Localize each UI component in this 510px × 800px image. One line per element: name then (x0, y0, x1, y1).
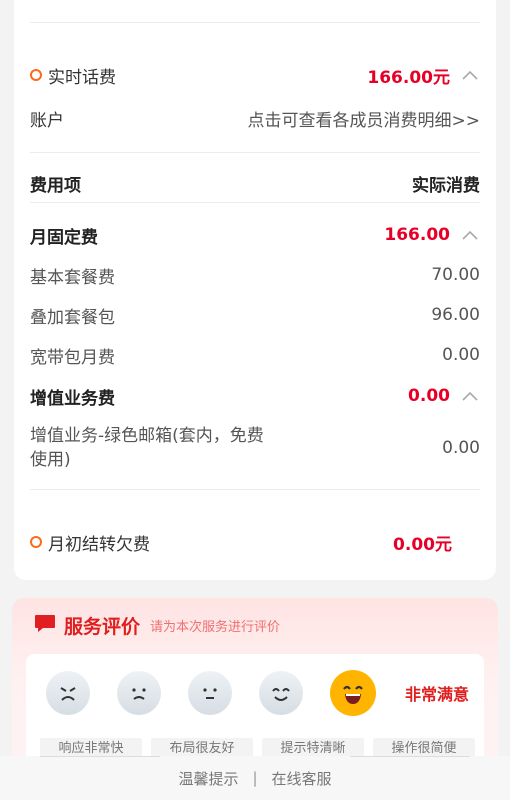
orange-dot-icon (30, 69, 42, 81)
arrears-amount: 0.00元 (393, 534, 452, 555)
rating-header: 服务评价 请为本次服务进行评价 (34, 612, 280, 639)
group-total: 166.00 (384, 225, 450, 245)
bottom-bar: 温馨提示 | 在线客服 (0, 756, 510, 800)
arrears-row: 月初结转欠费 0.00元 (30, 529, 480, 555)
fee-item-name-cont: 使用) (30, 450, 71, 470)
orange-dot-icon (30, 536, 42, 548)
smile-face-icon[interactable] (259, 671, 303, 715)
rating-faces: 非常满意 (46, 670, 469, 716)
chevron-up-icon[interactable] (460, 389, 480, 403)
account-row: 账户 点击可查看各成员消费明细>> (30, 105, 480, 131)
fee-item-name: 宽带包月费 (30, 347, 115, 368)
value-added-fee-row[interactable]: 增值业务费 0.00 (30, 383, 480, 409)
fee-item-value: 0.00 (442, 438, 480, 458)
fee-item-header: 费用项 (30, 175, 81, 196)
rating-subtitle: 请为本次服务进行评价 (150, 620, 281, 635)
divider (30, 152, 480, 153)
fee-item-row: 叠加套餐包 96.00 (30, 302, 480, 328)
fee-item-name: 叠加套餐包 (30, 307, 115, 328)
group-total: 0.00 (408, 386, 450, 406)
group-name: 增值业务费 (30, 388, 115, 409)
realtime-fee-row[interactable]: 实时话费 166.00元 (30, 62, 480, 88)
divider (30, 202, 480, 203)
fee-item-row: 增值业务-绿色邮箱(套内，免费 使用) 0.00 (30, 424, 480, 472)
chat-bubble-icon (34, 614, 56, 638)
arrears-label: 月初结转欠费 (48, 534, 150, 555)
chevron-up-icon[interactable] (460, 228, 480, 242)
footer-separator: | (252, 769, 258, 787)
tips-link[interactable]: 温馨提示 (178, 768, 238, 789)
neutral-face-icon[interactable] (188, 671, 232, 715)
account-label: 账户 (30, 110, 64, 131)
fee-item-name: 基本套餐费 (30, 267, 115, 288)
fee-item-value: 70.00 (431, 265, 480, 285)
group-name: 月固定费 (30, 227, 98, 248)
angry-face-icon[interactable] (46, 671, 90, 715)
fee-item-value: 0.00 (442, 345, 480, 365)
fee-item-row: 宽带包月费 0.00 (30, 342, 480, 368)
divider (30, 489, 480, 490)
selected-rating-label: 非常满意 (405, 685, 470, 704)
member-detail-link[interactable]: 点击可查看各成员消费明细>> (248, 106, 481, 131)
chevron-up-icon[interactable] (460, 68, 480, 82)
realtime-fee-amount: 166.00元 (367, 67, 450, 88)
rating-title: 服务评价 (64, 616, 141, 638)
sad-face-icon[interactable] (117, 671, 161, 715)
divider (350, 756, 470, 757)
grin-face-icon[interactable] (330, 670, 376, 716)
online-service-link[interactable]: 在线客服 (272, 768, 332, 789)
monthly-fixed-fee-row[interactable]: 月固定费 166.00 (30, 222, 480, 248)
bill-card: 实时话费 166.00元 账户 点击可查看各成员消费明细>> 费用项 实际消费 … (14, 0, 496, 580)
actual-fee-header: 实际消费 (412, 175, 480, 196)
divider (40, 756, 160, 757)
fee-item-row: 基本套餐费 70.00 (30, 262, 480, 288)
fee-item-value: 96.00 (431, 305, 480, 325)
divider (30, 22, 480, 23)
realtime-fee-label: 实时话费 (48, 67, 116, 88)
fee-item-name: 增值业务-绿色邮箱(套内，免费 (30, 426, 264, 446)
fee-table-header: 费用项 实际消费 (30, 170, 480, 196)
